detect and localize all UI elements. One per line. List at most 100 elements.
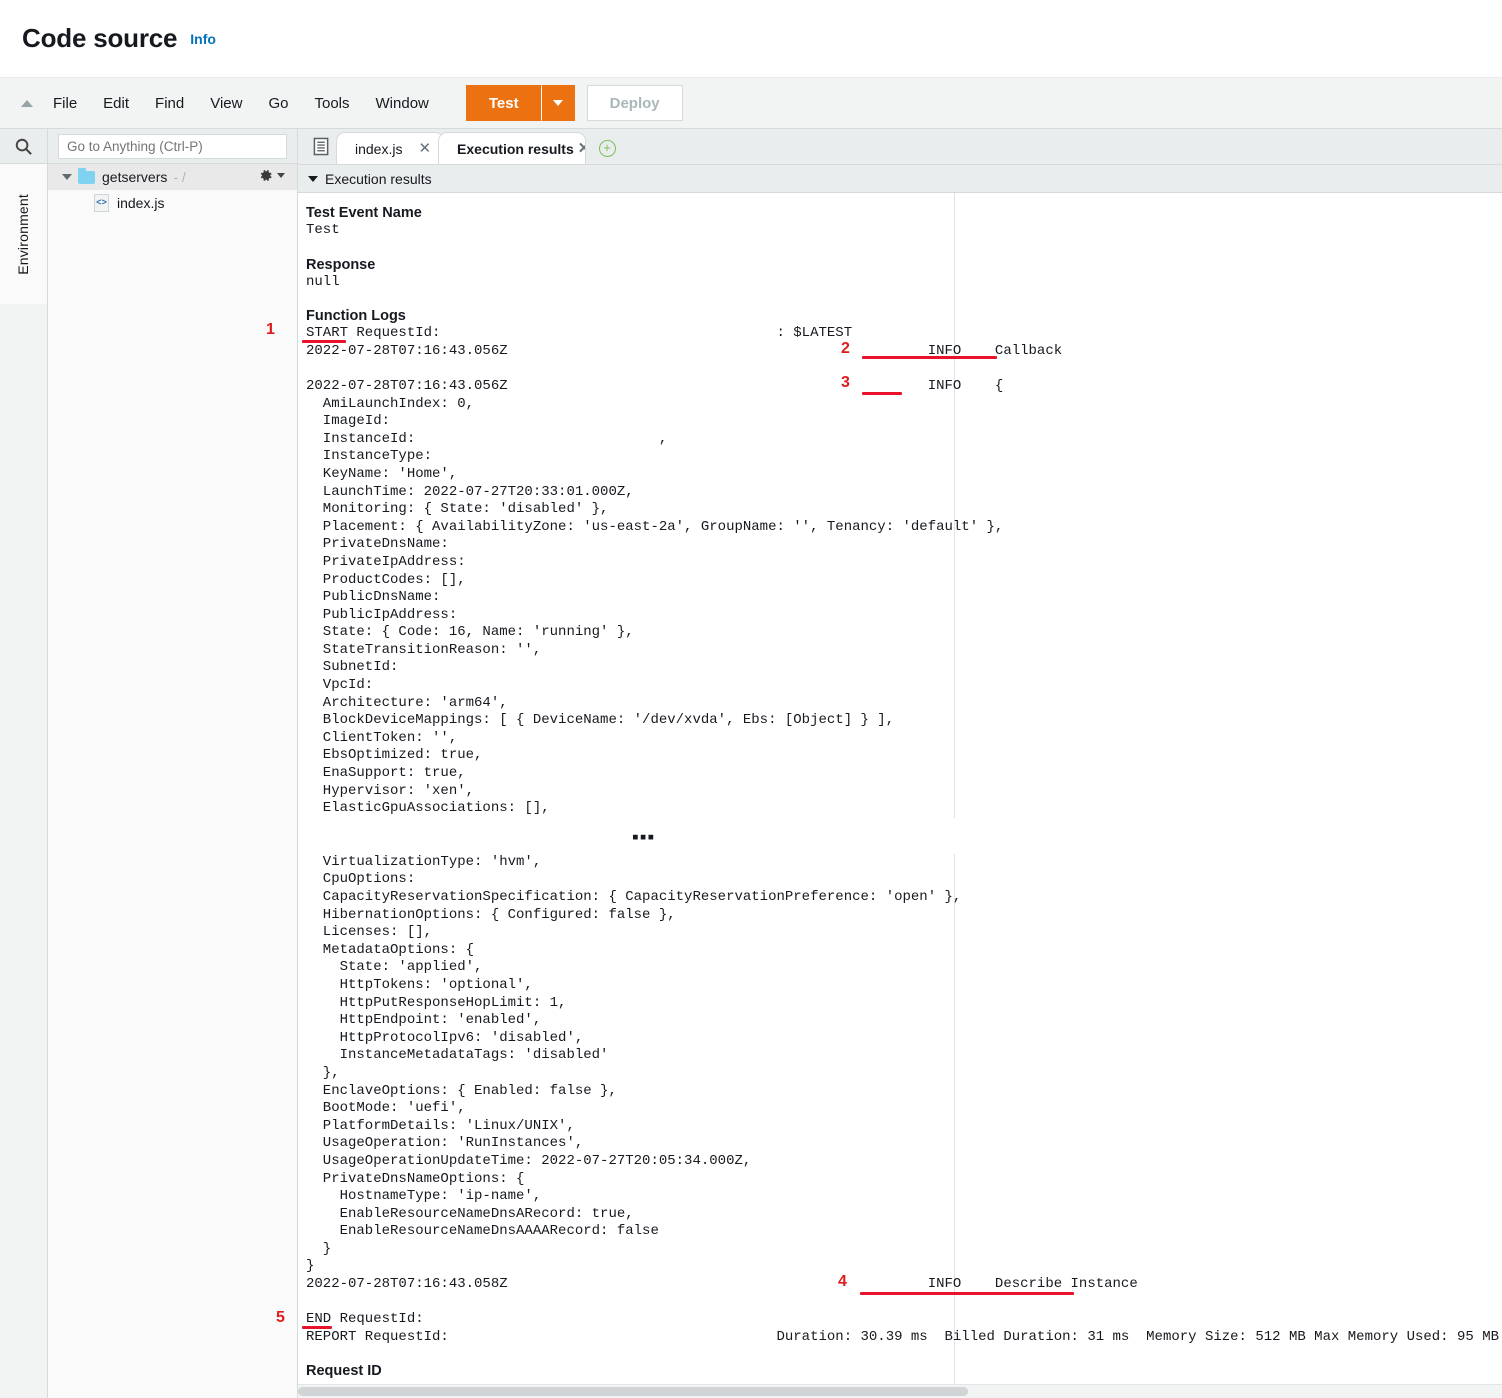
test-event-name-value: Test: [306, 222, 340, 238]
log-line: BootMode: 'uefi',: [306, 1100, 466, 1117]
log-line: HttpProtocolIpv6: 'disabled',: [306, 1029, 584, 1046]
search-icon[interactable]: [0, 129, 47, 164]
log-line: KeyName: 'Home',: [306, 465, 458, 482]
close-icon[interactable]: ✕: [418, 141, 431, 156]
page-header: Code source Info: [0, 0, 1502, 78]
truncation-ellipsis: ▪▪▪: [632, 826, 656, 848]
menu-item-go[interactable]: Go: [255, 89, 301, 118]
log-line: Licenses: [],: [306, 924, 433, 941]
environment-tab[interactable]: Environment: [0, 164, 47, 304]
environment-tab-label: Environment: [15, 193, 31, 275]
annotation-underline-4: [860, 1292, 1074, 1295]
log-line: EnaSupport: true,: [306, 765, 466, 782]
log-truncation-band: ▪▪▪: [298, 817, 1502, 854]
log-line: State: 'applied',: [306, 959, 483, 976]
tree-item-index-js[interactable]: <> index.js: [48, 190, 297, 216]
log-line: PublicIpAddress:: [306, 606, 458, 623]
log-line: HttpPutResponseHopLimit: 1,: [306, 994, 567, 1011]
tab-label: index.js: [355, 140, 403, 157]
log-line: }: [306, 1240, 332, 1257]
environment-rail: Environment: [0, 129, 48, 1398]
annotation-underline-2: [862, 356, 997, 359]
file-tree-panel: getservers - / <> index.js: [48, 129, 298, 1398]
tree-item-label: getservers: [102, 169, 168, 185]
log-line: EnableResourceNameDnsARecord: true,: [306, 1205, 634, 1222]
function-logs-top: START RequestId: : $LATEST 2022-07-28T07:…: [306, 325, 1502, 818]
log-line: HttpEndpoint: 'enabled',: [306, 1012, 542, 1029]
log-line: State: { Code: 16, Name: 'running' },: [306, 624, 634, 641]
log-line: InstanceMetadataTags: 'disabled': [306, 1047, 609, 1064]
execution-results-body: Test Event Name Test Response null Funct…: [298, 193, 1502, 1398]
log-line: ClientToken: '',: [306, 729, 458, 746]
log-line: CpuOptions:: [306, 871, 416, 888]
log-line: VpcId:: [306, 677, 374, 694]
annotation-number-5: 5: [276, 1309, 285, 1326]
function-logs-label: Function Logs: [306, 308, 406, 325]
test-dropdown-caret-down-icon[interactable]: [540, 85, 575, 121]
deploy-button[interactable]: Deploy: [586, 85, 683, 121]
menu-bar: File Edit Find View Go Tools Window Test…: [0, 78, 1502, 129]
log-line: },: [306, 1064, 340, 1081]
log-line: REPORT RequestId: Duration: 30.39 ms Bil…: [306, 1328, 1499, 1345]
log-line: BlockDeviceMappings: [ { DeviceName: '/d…: [306, 712, 895, 729]
log-line: SubnetId:: [306, 659, 399, 676]
tree-item-path: - /: [173, 169, 186, 185]
function-logs-bottom: VirtualizationType: 'hvm', CpuOptions: C…: [306, 854, 1502, 1347]
scrollbar-thumb[interactable]: [298, 1387, 968, 1396]
annotation-number-3: 3: [841, 374, 850, 391]
chevron-down-icon[interactable]: [62, 174, 72, 180]
search-input[interactable]: [58, 133, 287, 159]
tab-execution-results[interactable]: Execution results ✕: [438, 132, 587, 164]
log-line: AmiLaunchIndex: 0,: [306, 395, 475, 412]
test-button-group: Test Deploy: [465, 85, 683, 121]
goto-anything-bar: [48, 129, 297, 164]
menu-item-file[interactable]: File: [40, 89, 90, 118]
log-line: EnclaveOptions: { Enabled: false },: [306, 1082, 617, 1099]
annotation-number-2: 2: [841, 340, 850, 357]
workspace: Environment getservers - / <> index.js: [0, 129, 1502, 1398]
log-line: ElasticGpuAssociations: [],: [306, 800, 550, 817]
log-line: Hypervisor: 'xen',: [306, 782, 475, 799]
execution-results-collapse-header[interactable]: Execution results: [298, 165, 1502, 193]
caret-up-icon[interactable]: [14, 90, 40, 116]
response-value: null: [306, 273, 340, 290]
log-line: Architecture: 'arm64',: [306, 694, 508, 711]
log-line: PrivateDnsName:: [306, 536, 449, 553]
tab-index-js[interactable]: index.js ✕: [336, 132, 445, 164]
js-file-icon: <>: [94, 194, 109, 212]
log-line: START RequestId: : $LATEST: [306, 325, 853, 342]
menu-item-tools[interactable]: Tools: [301, 89, 362, 118]
close-icon[interactable]: ✕: [578, 141, 585, 156]
log-line: VirtualizationType: 'hvm',: [306, 853, 542, 870]
menu-item-window[interactable]: Window: [363, 89, 442, 118]
test-event-name-label: Test Event Name: [306, 205, 422, 221]
horizontal-scrollbar[interactable]: [298, 1384, 1502, 1398]
log-line: UsageOperation: 'RunInstances',: [306, 1135, 584, 1152]
plus-circle-icon[interactable]: +: [590, 132, 624, 164]
page-title: Code source: [22, 23, 178, 53]
log-line: }: [306, 1258, 315, 1275]
log-line: UsageOperationUpdateTime: 2022-07-27T20:…: [306, 1152, 752, 1169]
info-link[interactable]: Info: [190, 31, 216, 47]
log-line: ProductCodes: [],: [306, 571, 466, 588]
menu-item-find[interactable]: Find: [142, 89, 197, 118]
log-line: InstanceId: ,: [306, 430, 668, 447]
annotation-number-4: 4: [838, 1273, 847, 1290]
menu-item-edit[interactable]: Edit: [90, 89, 142, 118]
folder-icon: [78, 167, 95, 184]
log-line: PrivateIpAddress:: [306, 553, 466, 570]
menu-item-view[interactable]: View: [197, 89, 255, 118]
tree-item-getservers[interactable]: getservers - /: [48, 164, 297, 190]
gear-caret-down-icon[interactable]: [277, 173, 285, 178]
tab-label: Execution results: [457, 140, 574, 157]
tab-bar: index.js ✕ Execution results ✕ +: [298, 129, 1502, 165]
request-id-label: Request ID: [306, 1363, 382, 1380]
log-line: 2022-07-28T07:16:43.056Z INFO {: [306, 377, 1004, 394]
log-line: EnableResourceNameDnsAAAARecord: false: [306, 1223, 659, 1240]
editor-pane: index.js ✕ Execution results ✕ + Executi…: [298, 129, 1502, 1398]
test-button[interactable]: Test: [465, 85, 541, 121]
log-line: Placement: { AvailabilityZone: 'us-east-…: [306, 518, 1004, 535]
document-list-icon[interactable]: [306, 128, 336, 164]
gear-icon[interactable]: [257, 167, 285, 184]
